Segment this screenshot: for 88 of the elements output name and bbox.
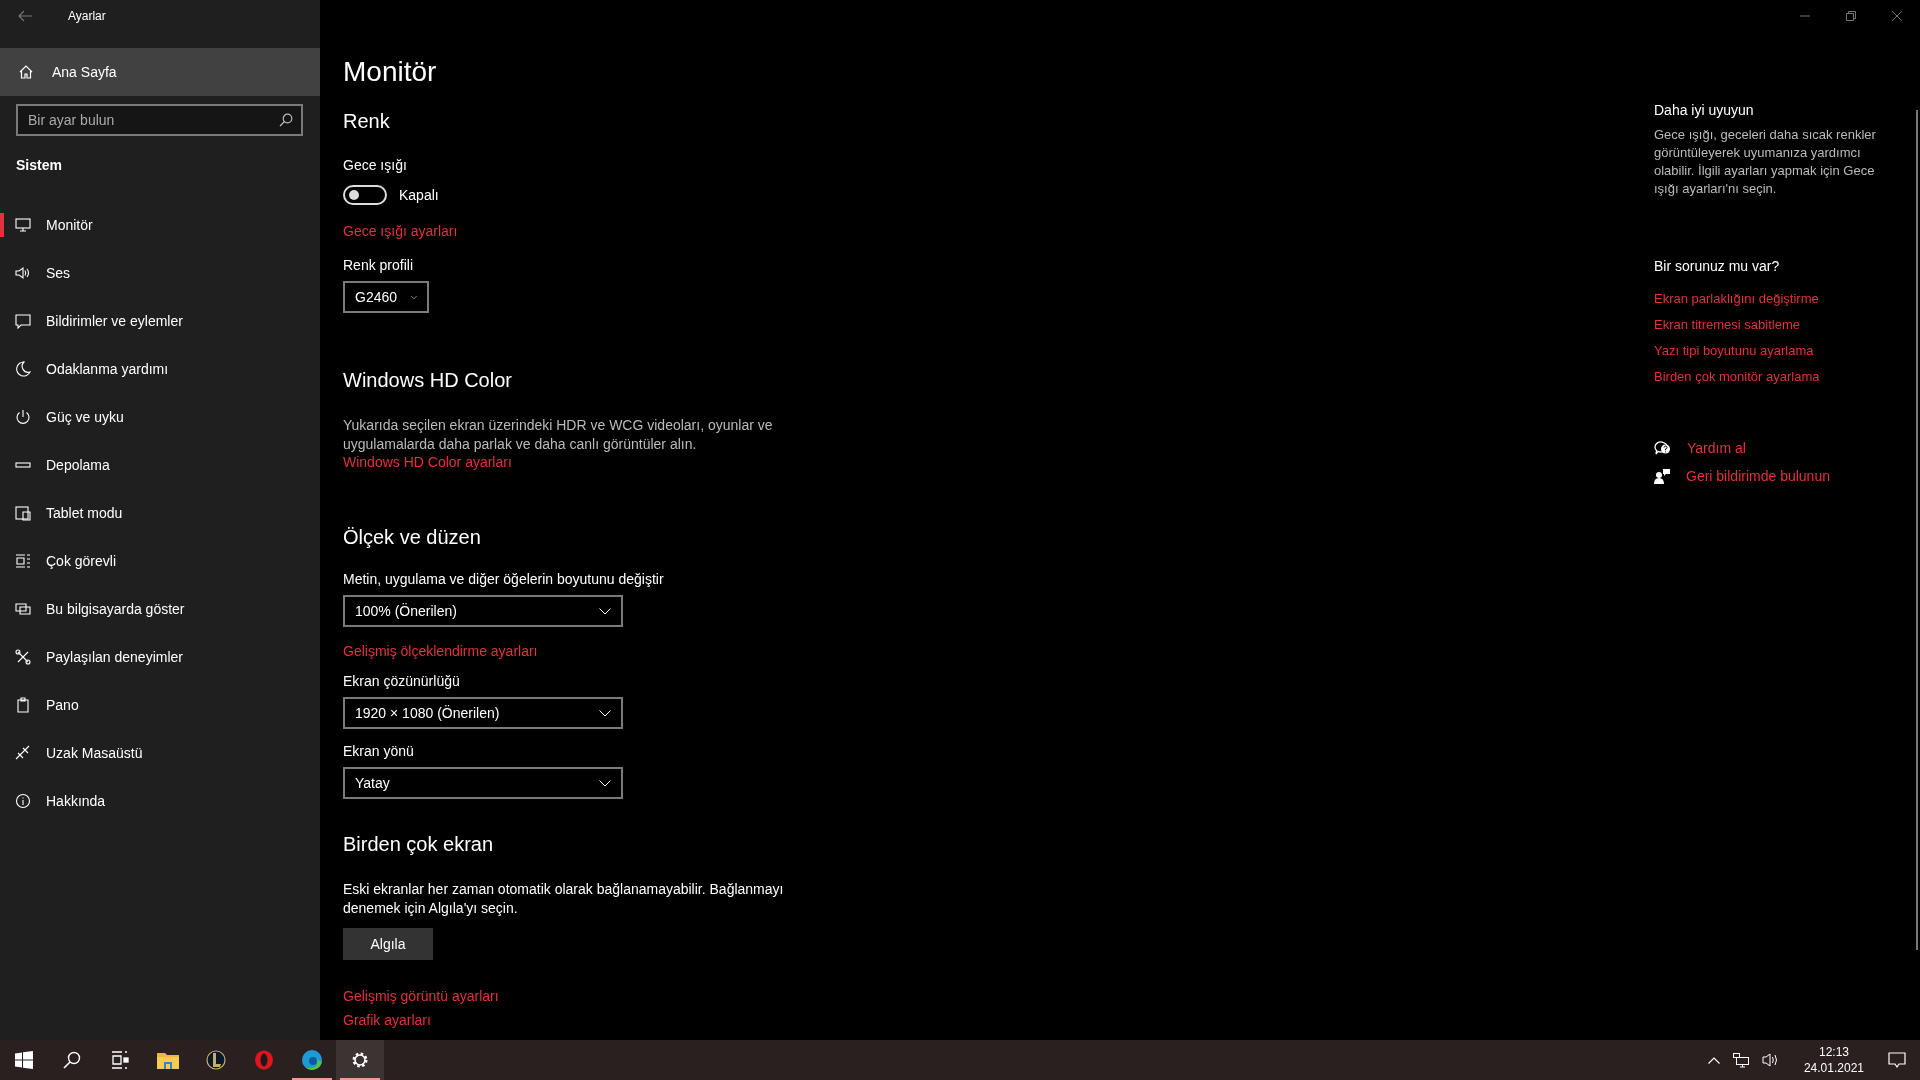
- chevron-down-icon: [599, 607, 611, 615]
- help-link[interactable]: Ekran titremesi sabitleme: [1654, 317, 1800, 332]
- moon-icon: [15, 361, 31, 377]
- dropdown[interactable]: 1920 × 1080 (Önerilen): [343, 697, 623, 729]
- folder-icon: [157, 1051, 179, 1069]
- window-title: Ayarlar: [68, 9, 106, 23]
- settings-taskbar-button[interactable]: [336, 1040, 384, 1080]
- game-logo-icon: [206, 1050, 226, 1070]
- sidebar-item[interactable]: Bu bilgisayarda göster: [0, 585, 320, 633]
- sidebar-item[interactable]: Paylaşılan deneyimler: [0, 633, 320, 681]
- sidebar-item[interactable]: Hakkında: [0, 777, 320, 825]
- toggle-state: Kapalı: [399, 187, 439, 203]
- back-arrow-icon[interactable]: [18, 10, 32, 22]
- sidebar-item[interactable]: Ses: [0, 249, 320, 297]
- home-nav-item[interactable]: Ana Sayfa: [0, 48, 320, 96]
- chevron-up-icon[interactable]: [1707, 1056, 1720, 1064]
- sidebar-item[interactable]: Bildirimler ve eylemler: [0, 297, 320, 345]
- chevron-down-icon: [599, 779, 611, 787]
- section-heading: Sistem: [15, 156, 63, 175]
- sidebar-item[interactable]: Çok görevli: [0, 537, 320, 585]
- search-icon: [279, 113, 293, 127]
- help-link[interactable]: Geri bildirimde bulunun: [1686, 468, 1830, 484]
- aside-text: Gece ışığı, geceleri daha sıcak renkler görüntüleyerek uyumanıza yardımcı olabilir. İlgili ayarları yapmak için Gece ışığı ayarları'nı seçin.: [1654, 126, 1877, 198]
- help-link[interactable]: Yazı tipi boyutunu ayarlama: [1654, 343, 1814, 358]
- windows-logo-icon: [15, 1051, 33, 1069]
- clock[interactable]: 12:13 24.01.2021: [1803, 1044, 1864, 1076]
- setting-label: Metin, uygulama ve diğer öğelerin boyutunu değiştir: [343, 571, 664, 587]
- sidebar-item[interactable]: Tablet modu: [0, 489, 320, 537]
- clipboard-icon: [15, 697, 31, 713]
- shared-icon: [15, 649, 31, 665]
- remote-icon: [15, 745, 31, 761]
- aside-heading: Bir sorunuz mu var?: [1654, 258, 1780, 274]
- chevron-down-icon: [411, 293, 417, 301]
- sidebar-item[interactable]: Odaklanma yardımı: [0, 345, 320, 393]
- search-field[interactable]: Bir ayar bulun: [16, 104, 303, 136]
- search-icon: [63, 1051, 81, 1069]
- color-profile-dropdown[interactable]: G2460: [343, 281, 429, 313]
- dropdown[interactable]: Yatay: [343, 767, 623, 799]
- page-title: Monitör: [343, 56, 437, 88]
- sidebar-item[interactable]: Pano: [0, 681, 320, 729]
- home-icon: [18, 64, 34, 80]
- multitask-icon: [15, 553, 31, 569]
- advanced-scaling-link[interactable]: Gelişmiş ölçeklendirme ayarları: [343, 643, 538, 659]
- description-text: Yukarıda seçilen ekran üzerindeki HDR ve WCG videoları, oyunlar ve uygulamalarda daha parlak ve daha canlı görüntüler alın.: [343, 416, 774, 454]
- person-feedback-icon: [1654, 468, 1670, 484]
- monitor-icon: [15, 217, 31, 233]
- power-icon: [15, 409, 31, 425]
- close-icon[interactable]: [1892, 11, 1902, 21]
- detect-button[interactable]: Algıla: [343, 928, 433, 960]
- edge-logo-icon: [301, 1049, 323, 1071]
- setting-label: Ekran çözünürlüğü: [343, 673, 460, 689]
- sidebar-item[interactable]: Depolama: [0, 441, 320, 489]
- projector-icon: [15, 601, 31, 617]
- aside-heading: Daha iyi uyuyun: [1654, 102, 1754, 118]
- task-view-icon: [111, 1051, 129, 1069]
- info-icon: [15, 793, 31, 809]
- sidebar-item[interactable]: Uzak Masaüstü: [0, 729, 320, 777]
- help-link[interactable]: Ekran parlaklığını değiştirme: [1654, 291, 1819, 306]
- network-icon[interactable]: [1731, 1052, 1750, 1068]
- section-heading: Renk: [343, 110, 390, 133]
- sidebar-item[interactable]: Monitör: [0, 201, 320, 249]
- speaker-icon[interactable]: [1761, 1052, 1780, 1068]
- tablet-icon: [15, 505, 31, 521]
- setting-label: Renk profili: [343, 257, 414, 273]
- settings-link[interactable]: Gelişmiş görüntü ayarları: [343, 988, 499, 1004]
- chevron-down-icon: [599, 709, 611, 717]
- settings-icon: [350, 1050, 370, 1070]
- section-heading: Ölçek ve düzen: [343, 526, 481, 549]
- sidebar-item[interactable]: Güç ve uyku: [0, 393, 320, 441]
- toggle-switch[interactable]: [343, 185, 387, 205]
- opera-logo-icon: [254, 1050, 274, 1070]
- setting-label: Ekran yönü: [343, 743, 414, 759]
- restore-icon[interactable]: [1846, 11, 1856, 21]
- section-heading: Windows HD Color: [343, 369, 512, 392]
- scrollbar[interactable]: [1916, 110, 1918, 950]
- settings-link[interactable]: Grafik ayarları: [343, 1012, 431, 1028]
- section-heading: Birden çok ekran: [343, 833, 494, 856]
- help-link[interactable]: Yardım al: [1687, 440, 1746, 456]
- notification-icon[interactable]: [1888, 1051, 1906, 1069]
- chat-question-icon: [1654, 440, 1671, 456]
- hd-color-link[interactable]: Windows HD Color ayarları: [343, 454, 512, 470]
- description-text: Eski ekranlar her zaman otomatik olarak bağlanamayabilir. Bağlanmayı denemek için Algıla'yı seçin.: [343, 880, 785, 918]
- dropdown[interactable]: 100% (Önerilen): [343, 595, 623, 627]
- help-link[interactable]: Birden çok monitör ayarlama: [1654, 369, 1820, 384]
- night-light-link[interactable]: Gece ışığı ayarları: [343, 223, 458, 239]
- speaker-icon: [15, 265, 31, 281]
- message-icon: [15, 313, 31, 329]
- setting-label: Gece ışığı: [343, 157, 407, 173]
